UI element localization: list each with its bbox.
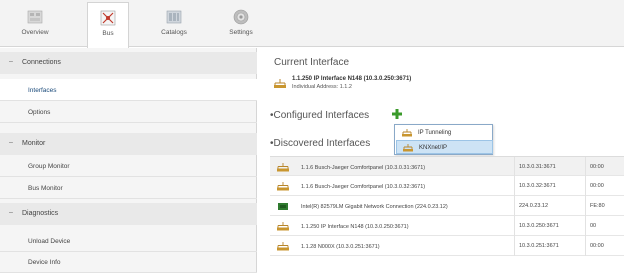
sidebar-item-interfaces[interactable]: Interfaces bbox=[0, 79, 257, 101]
toolbar: Overview Bus Catalogs Settings bbox=[0, 0, 624, 48]
network-interface-icon bbox=[277, 242, 289, 251]
overview-icon bbox=[27, 10, 43, 24]
bus-button[interactable]: Bus bbox=[87, 2, 129, 48]
interface-address: 10.3.0.251:3671 bbox=[514, 236, 559, 256]
menu-item-label: IP Tunneling bbox=[418, 130, 452, 136]
network-interface-icon bbox=[402, 129, 412, 137]
add-interface-dropdown: IP Tunneling KNXnet/IP bbox=[394, 124, 493, 155]
sidebar-section-connections[interactable]: – Connections bbox=[0, 52, 257, 74]
network-interface-icon bbox=[277, 163, 289, 172]
overview-button[interactable]: Overview bbox=[18, 2, 52, 46]
interface-address: 10.3.0.31:3671 bbox=[514, 157, 556, 177]
network-interface-icon bbox=[277, 182, 289, 191]
sidebar-item-label: Device Info bbox=[28, 259, 61, 266]
network-interface-icon bbox=[274, 79, 286, 88]
sidebar-item-label: Group Monitor bbox=[28, 163, 70, 170]
catalogs-label: Catalogs bbox=[161, 29, 187, 36]
current-interface-heading: Current Interface bbox=[274, 57, 350, 68]
section-label: Monitor bbox=[22, 140, 46, 147]
interface-name: 1.1.250 IP Interface N148 (10.3.0.250:36… bbox=[301, 224, 409, 230]
interface-address: 10.3.0.32:3671 bbox=[514, 176, 556, 196]
settings-label: Settings bbox=[229, 29, 253, 36]
table-row[interactable]: 1.1.6 Busch-Jaeger Comfortpanel (10.3.0.… bbox=[270, 156, 624, 177]
catalogs-button[interactable]: Catalogs bbox=[155, 2, 193, 46]
discovered-interfaces-label: Discovered Interfaces bbox=[273, 138, 371, 149]
sidebar-item-label: Options bbox=[28, 109, 51, 116]
section-label: Connections bbox=[22, 59, 61, 66]
sidebar-item-label: Unload Device bbox=[28, 238, 71, 245]
main-panel: Current Interface 1.1.250 IP Interface N… bbox=[258, 48, 624, 273]
add-plus-icon[interactable] bbox=[391, 108, 403, 120]
sidebar-item-unload-device[interactable]: Unload Device bbox=[0, 230, 257, 252]
sidebar: – Connections Interfaces Options – Monit… bbox=[0, 48, 257, 273]
interface-extra: 00 bbox=[585, 216, 596, 236]
sidebar-section-monitor[interactable]: – Monitor bbox=[0, 133, 257, 155]
sidebar-item-bus-monitor[interactable]: Bus Monitor bbox=[0, 177, 257, 199]
section-label: Diagnostics bbox=[22, 210, 59, 217]
settings-button[interactable]: Settings bbox=[224, 2, 258, 46]
bus-icon bbox=[100, 10, 116, 26]
configured-interfaces-label: Configured Interfaces bbox=[273, 110, 370, 121]
table-row[interactable]: 1.1.250 IP Interface N148 (10.3.0.250:36… bbox=[270, 216, 624, 236]
sidebar-item-group-monitor[interactable]: Group Monitor bbox=[0, 155, 257, 177]
interface-extra: 00:00 bbox=[585, 157, 604, 177]
table-row[interactable]: Intel(R) 82579LM Gigabit Network Connect… bbox=[270, 196, 624, 216]
interface-extra: FE:80 bbox=[585, 196, 605, 216]
current-interface-name: 1.1.250 IP Interface N148 (10.3.0.250:36… bbox=[292, 76, 412, 82]
network-interface-icon bbox=[277, 222, 289, 231]
interface-name: 1.1.28 N000X (10.3.0.251:3671) bbox=[301, 244, 380, 250]
catalogs-icon bbox=[166, 10, 182, 24]
sidebar-section-diagnostics[interactable]: – Diagnostics bbox=[0, 203, 257, 225]
interface-extra: 00:00 bbox=[585, 176, 604, 196]
collapse-icon: – bbox=[9, 139, 13, 146]
interface-name: 1.1.6 Busch-Jaeger Comfortpanel (10.3.0.… bbox=[301, 184, 426, 190]
overview-label: Overview bbox=[21, 29, 49, 36]
sidebar-item-label: Interfaces bbox=[28, 87, 57, 94]
interface-extra: 00:00 bbox=[585, 236, 604, 256]
menu-item-ip-tunneling[interactable]: IP Tunneling bbox=[396, 126, 493, 140]
table-row[interactable]: 1.1.6 Busch-Jaeger Comfortpanel (10.3.0.… bbox=[270, 176, 624, 196]
bus-label: Bus bbox=[102, 30, 114, 37]
network-card-icon bbox=[278, 203, 288, 210]
sidebar-item-device-info[interactable]: Device Info bbox=[0, 251, 257, 273]
table-row[interactable]: 1.1.28 N000X (10.3.0.251:3671) 10.3.0.25… bbox=[270, 236, 624, 256]
sidebar-item-label: Bus Monitor bbox=[28, 185, 63, 192]
interface-name: 1.1.6 Busch-Jaeger Comfortpanel (10.3.0.… bbox=[301, 165, 426, 171]
interface-address: 224.0.23.12 bbox=[514, 196, 548, 216]
menu-item-knxnet-ip[interactable]: KNXnet/IP bbox=[396, 140, 493, 154]
network-interface-icon bbox=[403, 144, 413, 152]
current-interface-address: Individual Address: 1.1.2 bbox=[292, 84, 352, 90]
configured-interfaces-heading: •Configured Interfaces bbox=[270, 110, 370, 121]
discovered-interfaces-heading: •Discovered Interfaces bbox=[270, 138, 371, 149]
menu-item-label: KNXnet/IP bbox=[419, 145, 448, 151]
collapse-icon: – bbox=[9, 209, 13, 216]
interface-name: Intel(R) 82579LM Gigabit Network Connect… bbox=[301, 204, 448, 210]
settings-icon bbox=[233, 9, 249, 25]
collapse-icon: – bbox=[9, 58, 13, 65]
sidebar-item-options[interactable]: Options bbox=[0, 101, 257, 123]
interface-address: 10.3.0.250:3671 bbox=[514, 216, 559, 236]
